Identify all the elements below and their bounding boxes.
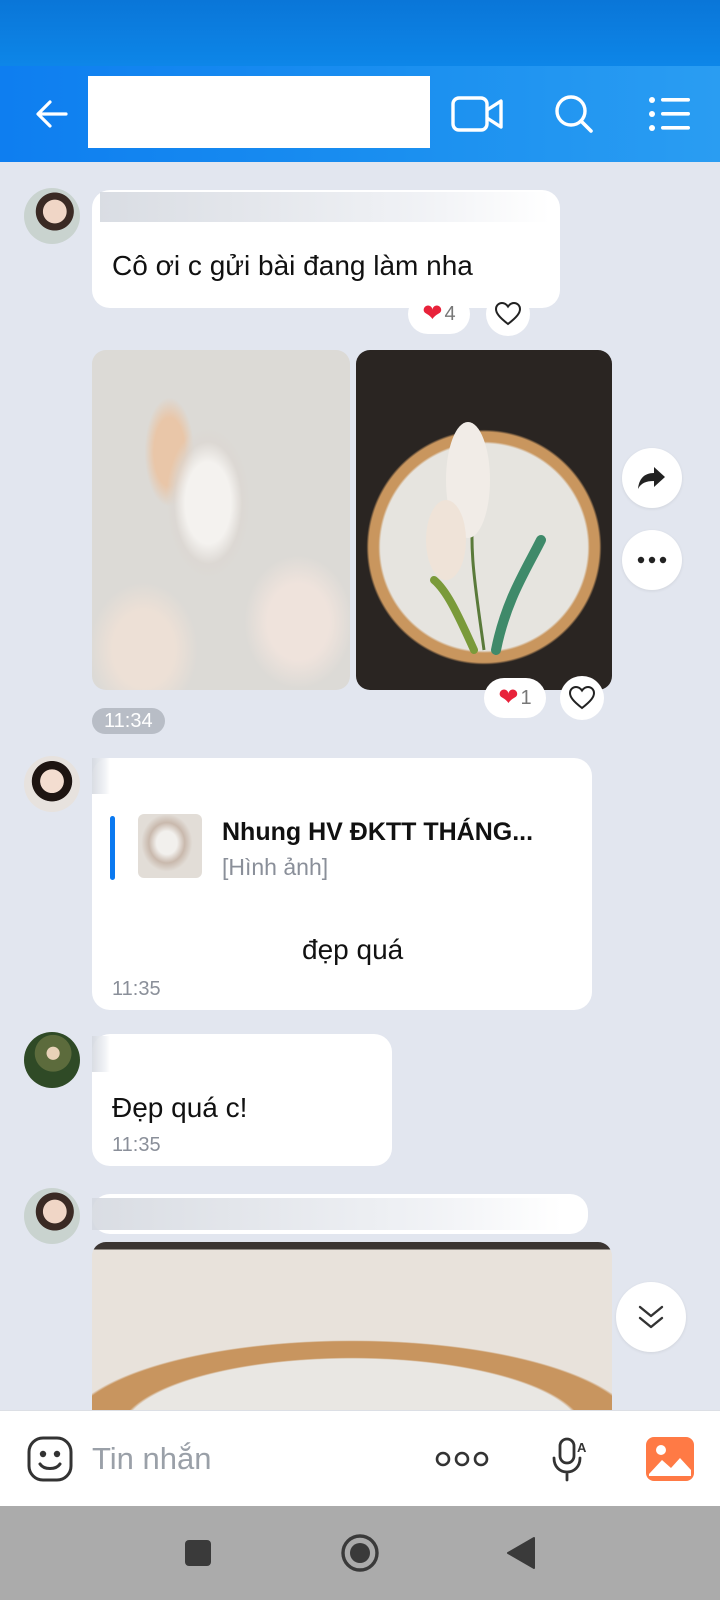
message-time: 11:34 bbox=[92, 708, 165, 734]
image-button[interactable] bbox=[644, 1433, 696, 1485]
reaction-badge[interactable]: ❤ 4 bbox=[408, 294, 470, 334]
search-button[interactable] bbox=[544, 84, 604, 144]
heart-icon: ❤ bbox=[422, 300, 443, 327]
chat-header bbox=[0, 66, 720, 162]
like-button[interactable] bbox=[486, 292, 530, 336]
system-nav-bar bbox=[0, 1506, 720, 1600]
more-button[interactable] bbox=[432, 1433, 492, 1485]
message-text: Cô ơi c gửi bài đang làm nha bbox=[112, 250, 473, 281]
forward-button[interactable] bbox=[622, 448, 682, 508]
arrow-left-icon bbox=[36, 100, 68, 128]
reaction-badge[interactable]: ❤ 1 bbox=[484, 678, 546, 718]
status-bar bbox=[0, 0, 720, 66]
quote-indicator bbox=[110, 816, 115, 880]
more-options-button[interactable] bbox=[622, 530, 682, 590]
message-bubble[interactable]: Cô ơi c gửi bài đang làm nha bbox=[92, 190, 560, 308]
home-circle-icon bbox=[341, 1534, 379, 1572]
microphone-icon: A bbox=[552, 1437, 587, 1482]
message-text: đẹp quá bbox=[302, 934, 404, 965]
photo-embroidery-hoop[interactable] bbox=[356, 350, 612, 690]
message-bubble[interactable]: Nhung HV ĐKTT THÁNG... [Hình ảnh] đẹp qu… bbox=[92, 758, 592, 1010]
back-nav-button[interactable] bbox=[498, 1530, 544, 1576]
avatar[interactable] bbox=[24, 1188, 80, 1244]
video-camera-icon bbox=[451, 96, 503, 132]
message-input[interactable] bbox=[92, 1435, 412, 1483]
reaction-count: 4 bbox=[444, 302, 456, 325]
image-icon bbox=[646, 1437, 694, 1481]
heart-outline-icon bbox=[495, 302, 521, 326]
heart-outline-icon bbox=[569, 686, 595, 710]
share-arrow-icon bbox=[638, 467, 665, 489]
reaction-count: 1 bbox=[520, 686, 532, 709]
photo-embroidery-hoop[interactable] bbox=[92, 1242, 612, 1410]
message-composer: A bbox=[0, 1410, 720, 1506]
menu-button[interactable] bbox=[640, 84, 700, 144]
video-call-button[interactable] bbox=[448, 84, 508, 144]
contact-name[interactable] bbox=[88, 76, 430, 148]
message-time: 11:35 bbox=[112, 978, 161, 1000]
scroll-to-bottom-button[interactable] bbox=[616, 1282, 686, 1352]
message-bubble[interactable] bbox=[92, 1194, 588, 1234]
avatar[interactable] bbox=[24, 1032, 80, 1088]
more-dots-icon bbox=[435, 1451, 489, 1467]
avatar[interactable] bbox=[24, 188, 80, 244]
quote-thumbnail bbox=[138, 814, 202, 878]
square-icon bbox=[185, 1540, 211, 1566]
like-button[interactable] bbox=[560, 676, 604, 720]
embroidery-leaves-icon bbox=[426, 422, 546, 655]
sender-name bbox=[100, 192, 550, 222]
home-button[interactable] bbox=[337, 1530, 383, 1576]
chevron-double-down-icon bbox=[638, 1305, 664, 1329]
message-bubble[interactable]: Đẹp quá c! 11:35 bbox=[92, 1034, 392, 1166]
message-time: 11:35 bbox=[112, 1134, 161, 1156]
back-button[interactable] bbox=[22, 84, 82, 144]
avatar[interactable] bbox=[24, 756, 80, 812]
svg-text:A: A bbox=[577, 1440, 587, 1455]
message-text: Đẹp quá c! bbox=[112, 1092, 248, 1123]
sender-name bbox=[92, 1036, 110, 1072]
emoji-button[interactable] bbox=[24, 1433, 76, 1485]
chat-messages[interactable]: Cô ơi c gửi bài đang làm nha ❤ 4 ❤ 1 11:… bbox=[0, 162, 720, 1410]
photo-embroidery-closeup[interactable] bbox=[92, 350, 350, 690]
quoted-sender-name: Nhung HV ĐKTT THÁNG... bbox=[222, 818, 534, 846]
more-dots-icon bbox=[637, 556, 667, 564]
triangle-back-icon bbox=[507, 1537, 535, 1569]
sender-name bbox=[92, 758, 110, 794]
recents-button[interactable] bbox=[175, 1530, 221, 1576]
sender-name bbox=[92, 1198, 562, 1230]
list-menu-icon bbox=[649, 97, 690, 131]
quoted-message-type: [Hình ảnh] bbox=[222, 854, 329, 880]
search-icon bbox=[555, 95, 593, 133]
emoji-icon bbox=[27, 1436, 73, 1482]
voice-button[interactable]: A bbox=[544, 1433, 596, 1485]
heart-icon: ❤ bbox=[498, 684, 519, 711]
